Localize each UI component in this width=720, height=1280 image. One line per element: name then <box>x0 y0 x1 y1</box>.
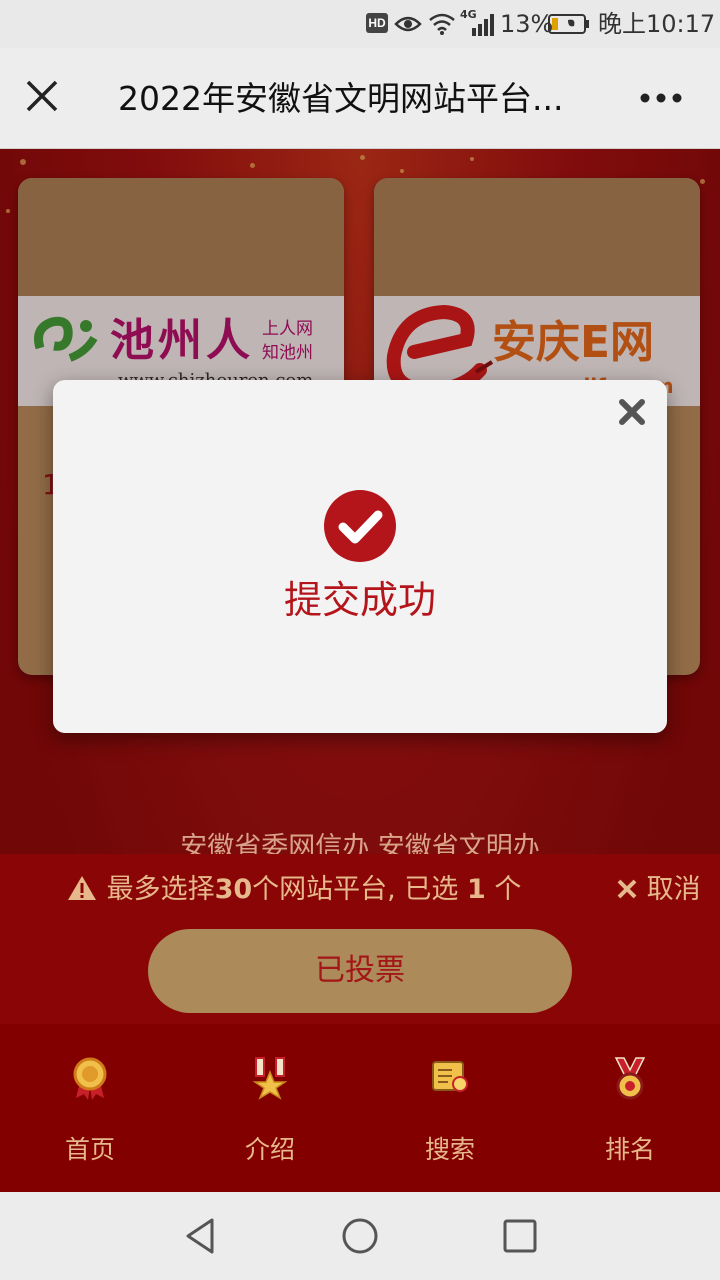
limit-middle: 个网站平台, 已选 <box>252 874 459 905</box>
award-icon <box>73 1057 107 1100</box>
nav-bar: 2022年安徽省文明网站平台... <box>0 48 720 149</box>
recents-icon[interactable] <box>500 1216 540 1256</box>
tab-label: 搜索 <box>424 1135 475 1164</box>
eye-icon <box>394 16 422 32</box>
more-icon[interactable] <box>636 78 686 118</box>
warning-icon <box>68 876 96 900</box>
status-bar: HD 4G 13% 晚上10:17 <box>0 0 720 48</box>
clock: 晚上10:17 <box>598 10 716 38</box>
tab-search[interactable]: 搜索 <box>360 1024 540 1192</box>
signal-icon <box>472 14 494 36</box>
limit-suffix: 个 <box>494 874 522 905</box>
tab-label: 排名 <box>604 1135 655 1164</box>
selection-bar: 最多选择30个网站平台, 已选 1 个 取消 已投票 <box>0 854 720 1024</box>
success-dialog: 提交成功 <box>53 380 667 733</box>
limit-prefix: 最多选择 <box>106 874 215 905</box>
tab-ranking[interactable]: 排名 <box>540 1024 720 1192</box>
selected-count: 1 <box>466 874 486 905</box>
medal-icon <box>614 1057 646 1100</box>
voted-button[interactable]: 已投票 <box>148 929 572 1013</box>
limit-max: 30 <box>214 874 253 905</box>
tab-home[interactable]: 首页 <box>0 1024 180 1192</box>
battery-percent: 13% <box>500 10 554 38</box>
bottom-tab-bar: 首页 介绍 搜索 排名 <box>0 1024 720 1192</box>
certificate-icon <box>432 1061 468 1092</box>
back-icon[interactable] <box>182 1216 222 1256</box>
check-circle-icon <box>324 490 396 562</box>
star-medal-icon <box>252 1057 288 1100</box>
close-x-icon <box>617 879 637 899</box>
tab-label: 首页 <box>64 1135 115 1164</box>
cancel-label: 取消 <box>646 874 701 905</box>
system-nav-bar <box>0 1192 720 1280</box>
tab-label: 介绍 <box>244 1135 295 1164</box>
page-title: 2022年安徽省文明网站平台... <box>118 79 564 118</box>
hd-badge: HD <box>366 13 388 33</box>
wifi-icon <box>429 13 455 35</box>
success-message: 提交成功 <box>283 578 436 622</box>
selection-limit-message: 最多选择30个网站平台, 已选 1 个 <box>66 870 521 910</box>
battery-icon <box>548 14 589 34</box>
close-dialog-icon[interactable] <box>617 397 647 427</box>
cancel-selection-button[interactable]: 取消 <box>616 870 701 910</box>
close-icon[interactable] <box>22 76 62 116</box>
home-icon[interactable] <box>340 1216 380 1256</box>
tab-intro[interactable]: 介绍 <box>180 1024 360 1192</box>
